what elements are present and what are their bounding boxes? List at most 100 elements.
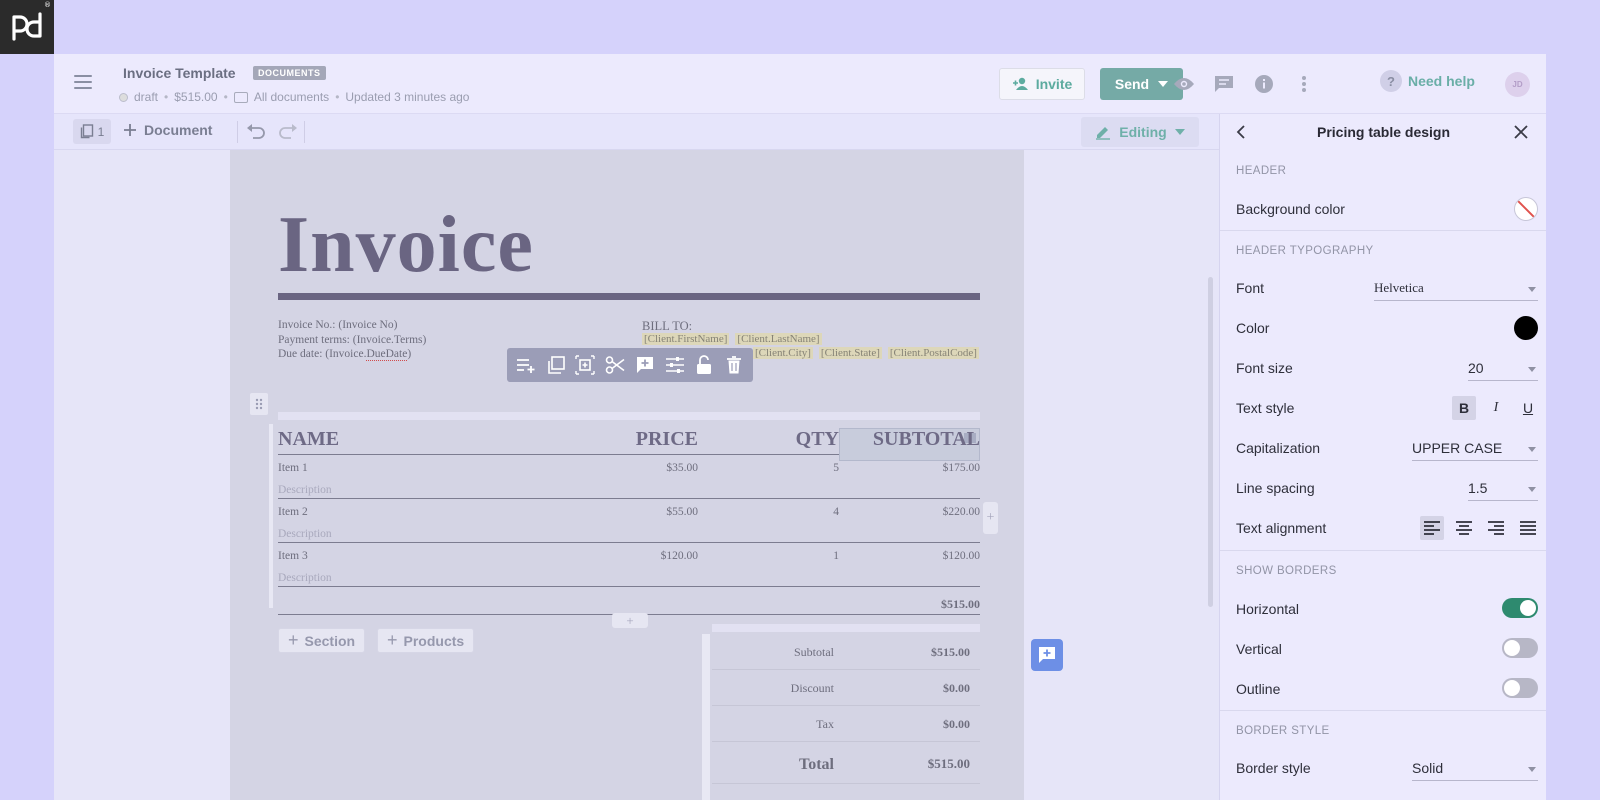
add-comment-icon[interactable] xyxy=(634,354,656,376)
add-block-icon[interactable] xyxy=(574,354,596,376)
no-color-swatch-icon[interactable] xyxy=(1514,197,1538,221)
toolbar-divider xyxy=(304,121,305,143)
italic-button[interactable]: I xyxy=(1484,396,1508,420)
summary-row[interactable]: Subtotal $515.00 xyxy=(712,634,980,670)
border-style-select[interactable]: Solid xyxy=(1412,757,1538,781)
plus-icon: + xyxy=(288,630,299,650)
horizontal-borders-toggle[interactable] xyxy=(1502,598,1538,618)
row-selection-bar[interactable] xyxy=(269,424,273,608)
table-row[interactable]: Item 2 $55.00 4 $220.00 Description xyxy=(278,500,980,543)
chevron-down-icon xyxy=(1528,287,1536,292)
document-title[interactable]: Invoice Template xyxy=(123,65,236,81)
close-icon[interactable] xyxy=(1512,123,1530,141)
item-subtotal: $120.00 xyxy=(942,550,980,562)
capitalization-label: Capitalization xyxy=(1236,440,1321,456)
need-help-button[interactable]: ? Need help xyxy=(1380,70,1475,92)
header-name: NAME xyxy=(278,428,340,450)
eye-icon[interactable] xyxy=(1172,72,1196,96)
due-date-prefix: Due date: (Invoice. xyxy=(278,348,367,360)
bold-button[interactable]: B xyxy=(1452,396,1476,420)
outline-border-toggle[interactable] xyxy=(1502,678,1538,698)
invite-label: Invite xyxy=(1035,76,1073,92)
plus-icon: + xyxy=(387,630,398,650)
chevron-down-icon xyxy=(1158,81,1169,87)
add-document-label: Document xyxy=(144,122,213,138)
bill-to-label[interactable]: BILL TO: xyxy=(642,319,692,334)
line-spacing-value: 1.5 xyxy=(1468,480,1488,496)
pages-count: 1 xyxy=(97,124,105,139)
invoice-title[interactable]: Invoice xyxy=(278,200,534,291)
item-qty: 4 xyxy=(833,506,839,518)
item-name: Item 3 xyxy=(278,550,308,562)
font-select[interactable]: Helvetica xyxy=(1374,277,1538,301)
underline-button[interactable]: U xyxy=(1516,396,1540,420)
settings-sliders-icon[interactable] xyxy=(664,354,686,376)
summary-row[interactable]: Discount $0.00 xyxy=(712,670,980,706)
due-date: Due date: (Invoice.DueDate) xyxy=(278,347,426,362)
unlock-icon[interactable] xyxy=(693,354,715,376)
table-total-row[interactable]: $515.00 xyxy=(278,588,980,615)
add-row-button[interactable]: + xyxy=(612,613,648,628)
pandadoc-logo[interactable]: ® xyxy=(0,0,54,54)
chat-icon[interactable] xyxy=(1212,72,1236,96)
border-toggle-row: Vertical xyxy=(1236,636,1538,662)
section-header: HEADER xyxy=(1236,165,1287,177)
info-icon[interactable] xyxy=(1252,72,1276,96)
align-justify-icon[interactable] xyxy=(1516,516,1540,540)
item-qty: 5 xyxy=(833,462,839,474)
variable-token[interactable]: [Client.PostalCode] xyxy=(887,347,979,359)
row-selection-bar[interactable] xyxy=(702,634,710,800)
variable-token[interactable]: [Client.City] xyxy=(753,347,813,359)
add-comment-icon xyxy=(1039,647,1055,663)
add-section-button[interactable]: + Section xyxy=(278,628,366,653)
redo-icon[interactable] xyxy=(277,123,299,141)
trash-icon[interactable] xyxy=(723,354,745,376)
summary-table[interactable]: Subtotal $515.00 Discount $0.00 Tax $0.0… xyxy=(702,624,980,800)
invite-button[interactable]: Invite xyxy=(999,68,1085,100)
editing-mode-label: Editing xyxy=(1119,124,1167,140)
scissors-icon[interactable] xyxy=(604,354,626,376)
invoice-meta-block[interactable]: Invoice No.: (Invoice No) Payment terms:… xyxy=(278,318,426,362)
line-spacing-row: Line spacing 1.5 xyxy=(1236,475,1538,501)
add-comment-button[interactable] xyxy=(1031,639,1063,671)
variable-token[interactable]: [Client.LastName] xyxy=(735,333,822,345)
color-swatch[interactable] xyxy=(1514,316,1538,340)
folder-link[interactable]: All documents xyxy=(254,90,329,104)
align-left-icon[interactable] xyxy=(1420,516,1444,540)
summary-total-row[interactable]: Total $515.00 xyxy=(712,742,980,784)
avatar[interactable]: JD xyxy=(1505,72,1530,97)
item-price: $120.00 xyxy=(660,550,698,562)
section-header-typography: HEADER TYPOGRAPHY xyxy=(1236,245,1374,257)
text-style-row: Text style B I U xyxy=(1236,395,1538,421)
drag-handle-icon[interactable] xyxy=(250,393,268,415)
add-column-button[interactable]: + xyxy=(983,502,998,534)
column-resize-strip[interactable] xyxy=(278,412,980,420)
more-vertical-icon[interactable] xyxy=(1292,72,1316,96)
undo-icon[interactable] xyxy=(245,123,267,141)
font-size-select[interactable]: 20 xyxy=(1468,357,1538,381)
vertical-borders-toggle[interactable] xyxy=(1502,638,1538,658)
line-spacing-select[interactable]: 1.5 xyxy=(1468,477,1538,501)
variable-token[interactable]: [Client.FirstName] xyxy=(642,333,730,345)
editing-mode-button[interactable]: Editing xyxy=(1081,117,1199,147)
add-products-button[interactable]: + Products xyxy=(377,628,475,653)
align-right-icon[interactable] xyxy=(1484,516,1508,540)
summary-value: $0.00 xyxy=(943,681,970,695)
add-document-button[interactable]: Document xyxy=(123,122,212,138)
table-row[interactable]: Item 1 $35.00 5 $175.00 Description xyxy=(278,456,980,499)
border-horizontal-label: Horizontal xyxy=(1236,601,1300,617)
pages-button[interactable]: 1 xyxy=(73,119,111,144)
table-row[interactable]: Item 3 $120.00 1 $120.00 Description xyxy=(278,544,980,587)
document-page[interactable]: Invoice Invoice No.: (Invoice No) Paymen… xyxy=(230,150,1024,800)
hamburger-icon[interactable] xyxy=(74,75,92,89)
duplicate-icon[interactable] xyxy=(545,354,567,376)
column-resize-strip[interactable] xyxy=(712,624,980,632)
canvas-scrollbar[interactable] xyxy=(1208,277,1213,607)
variable-token[interactable]: [Client.State] xyxy=(818,347,882,359)
send-button[interactable]: Send xyxy=(1100,68,1183,100)
capitalization-select[interactable]: UPPER CASE xyxy=(1412,437,1538,461)
summary-row[interactable]: Tax $0.00 xyxy=(712,706,980,742)
add-row-icon[interactable] xyxy=(515,354,537,376)
table-header-row[interactable]: NAME PRICE QTY SUBTOTAL xyxy=(278,422,980,461)
align-center-icon[interactable] xyxy=(1452,516,1476,540)
